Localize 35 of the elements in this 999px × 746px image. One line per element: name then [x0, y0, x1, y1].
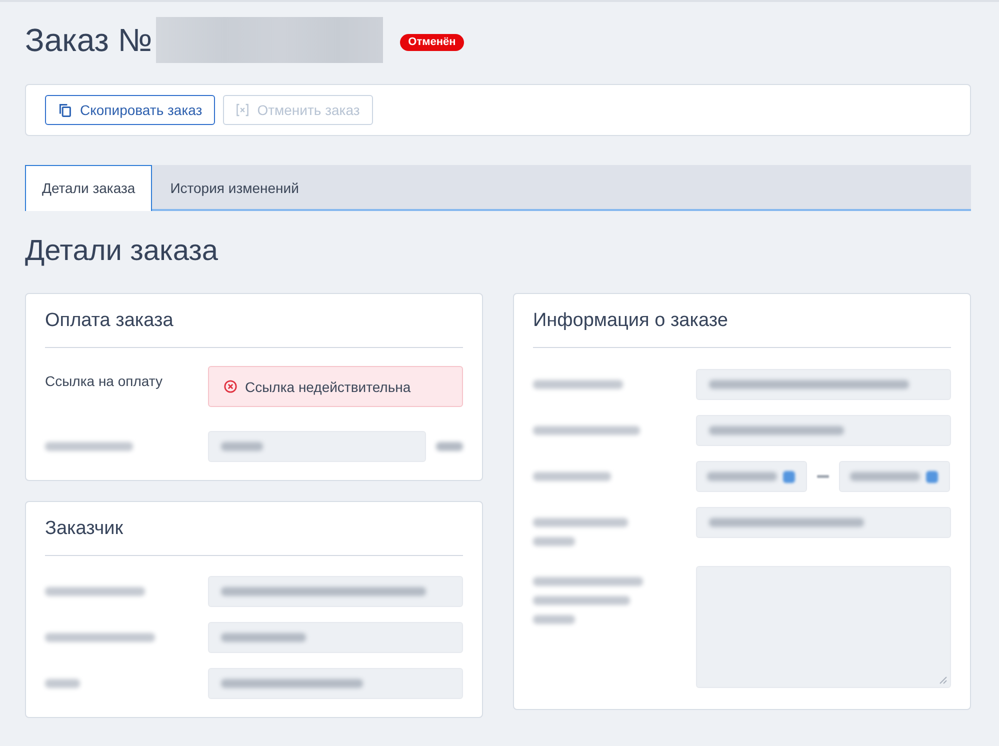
- copy-icon: [58, 103, 72, 117]
- input-field[interactable]: [208, 431, 426, 462]
- input-field[interactable]: [696, 507, 951, 538]
- redacted-icon: [926, 470, 938, 482]
- tab[interactable]: История изменений: [152, 165, 317, 209]
- input-field[interactable]: [839, 461, 950, 492]
- input-field[interactable]: [696, 461, 807, 492]
- tab[interactable]: Детали заказа: [25, 165, 152, 211]
- input-field[interactable]: [696, 369, 951, 400]
- redacted-suffix: [436, 442, 463, 451]
- page-title: Заказ №: [25, 21, 152, 60]
- card-title: Информация о заказе: [533, 294, 951, 348]
- bracketed-x-icon: [236, 103, 250, 117]
- redacted-label: [533, 537, 575, 546]
- input-field[interactable]: [696, 415, 951, 446]
- resize-handle-icon: [939, 676, 947, 684]
- card-title: Оплата заказа: [45, 294, 463, 348]
- alert-text: Ссылка недействительна: [245, 378, 411, 394]
- redacted-dash: [817, 475, 829, 478]
- redacted-label: [533, 615, 575, 624]
- input-field[interactable]: [208, 622, 463, 653]
- redacted-value: [850, 472, 920, 481]
- redacted-value: [707, 472, 777, 481]
- section-heading: Детали заказа: [25, 234, 220, 269]
- field-label: Ссылка на оплату: [45, 372, 164, 391]
- status-badge: Отменён: [400, 34, 464, 50]
- textarea-field[interactable]: [696, 566, 951, 688]
- input-field[interactable]: [208, 576, 463, 607]
- redacted-icon: [783, 470, 795, 482]
- redacted-value: [221, 442, 263, 451]
- input-field[interactable]: [208, 668, 463, 699]
- redacted-label: [45, 679, 80, 688]
- copy-order-button[interactable]: Скопировать заказ: [45, 95, 216, 125]
- error-circle-icon: [224, 380, 237, 393]
- card-title: Заказчик: [45, 502, 463, 556]
